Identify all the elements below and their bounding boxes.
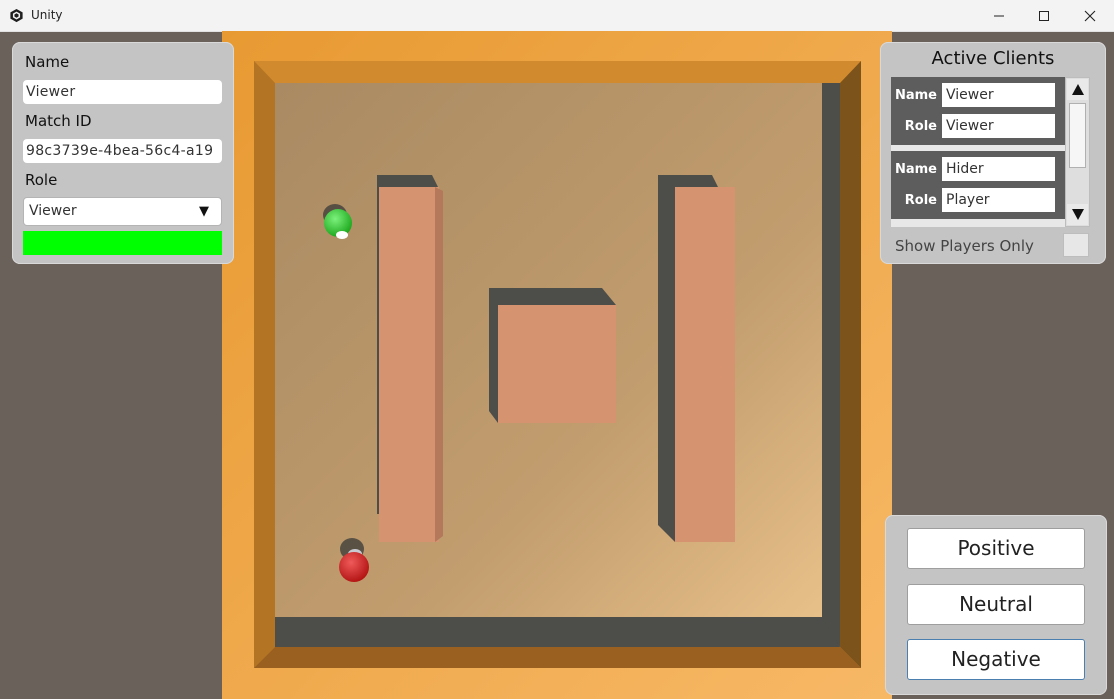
close-button[interactable] [1067,0,1113,31]
negative-button[interactable]: Negative [907,639,1085,680]
minimize-icon [994,15,1004,16]
feedback-panel: Positive Neutral Negative [885,515,1107,695]
maximize-button[interactable] [1021,0,1067,31]
unity-logo-icon [10,8,23,23]
client-name-field: Viewer [942,83,1055,107]
client-role-label: Role [904,193,937,208]
maximize-icon [1039,10,1049,21]
triangle-down-icon [1071,209,1084,220]
triangle-up-icon [1071,84,1084,95]
client-card: Name Hider Role Player [891,151,1065,219]
match-id-label: Match ID [25,112,92,130]
client-name-label: Name [894,88,937,103]
role-dropdown[interactable]: Viewer ▼ [23,197,222,226]
center-block [498,305,616,423]
show-players-only-label: Show Players Only [895,237,1034,255]
role-label: Role [25,171,58,189]
client-role-label: Role [904,119,937,134]
wall-right-face [840,61,861,668]
wall-left-face [254,61,275,668]
scroll-thumb[interactable] [1069,103,1086,168]
active-clients-panel: Active Clients Name Viewer Role Viewer N… [880,42,1106,264]
red-player[interactable] [339,552,369,582]
floor-shadow-bottom [275,617,840,647]
status-indicator [23,231,222,255]
client-card: Name Viewer Role Viewer [891,77,1065,145]
active-clients-title: Active Clients [931,48,1055,69]
client-list[interactable]: Name Viewer Role Viewer Name Hider Role … [891,77,1065,227]
client-role-field: Viewer [942,114,1055,138]
wall-bottom-face [254,647,861,668]
close-icon [1084,10,1096,21]
minimize-button[interactable] [976,0,1022,31]
match-id-input[interactable]: 98c3739e-4bea-56c4-a19 [23,139,222,163]
client-role-field: Player [942,188,1055,212]
floor-shadow-right [822,83,840,647]
client-name-label: Name [894,162,937,177]
green-player-marker [336,231,348,239]
name-label: Name [25,53,70,71]
positive-button[interactable]: Positive [907,528,1085,569]
game-viewport[interactable] [222,31,892,699]
client-list-scrollbar[interactable] [1065,77,1090,227]
window-title: Unity [31,8,63,22]
player-settings-panel: Name Viewer Match ID 98c3739e-4bea-56c4-… [12,42,234,264]
show-players-only-checkbox[interactable] [1063,233,1089,257]
scroll-up-button[interactable] [1067,79,1088,100]
wall-top-face [254,61,861,83]
neutral-button[interactable]: Neutral [907,584,1085,625]
client-name-field: Hider [942,157,1055,181]
name-input[interactable]: Viewer [23,80,222,104]
window-title-bar: Unity [0,0,1114,32]
triangle-down-icon: ▼ [199,204,209,219]
left-pillar-edge [435,187,443,542]
scroll-down-button[interactable] [1067,204,1088,225]
left-pillar [379,187,439,542]
role-dropdown-value: Viewer [29,203,77,219]
right-pillar [675,187,735,542]
